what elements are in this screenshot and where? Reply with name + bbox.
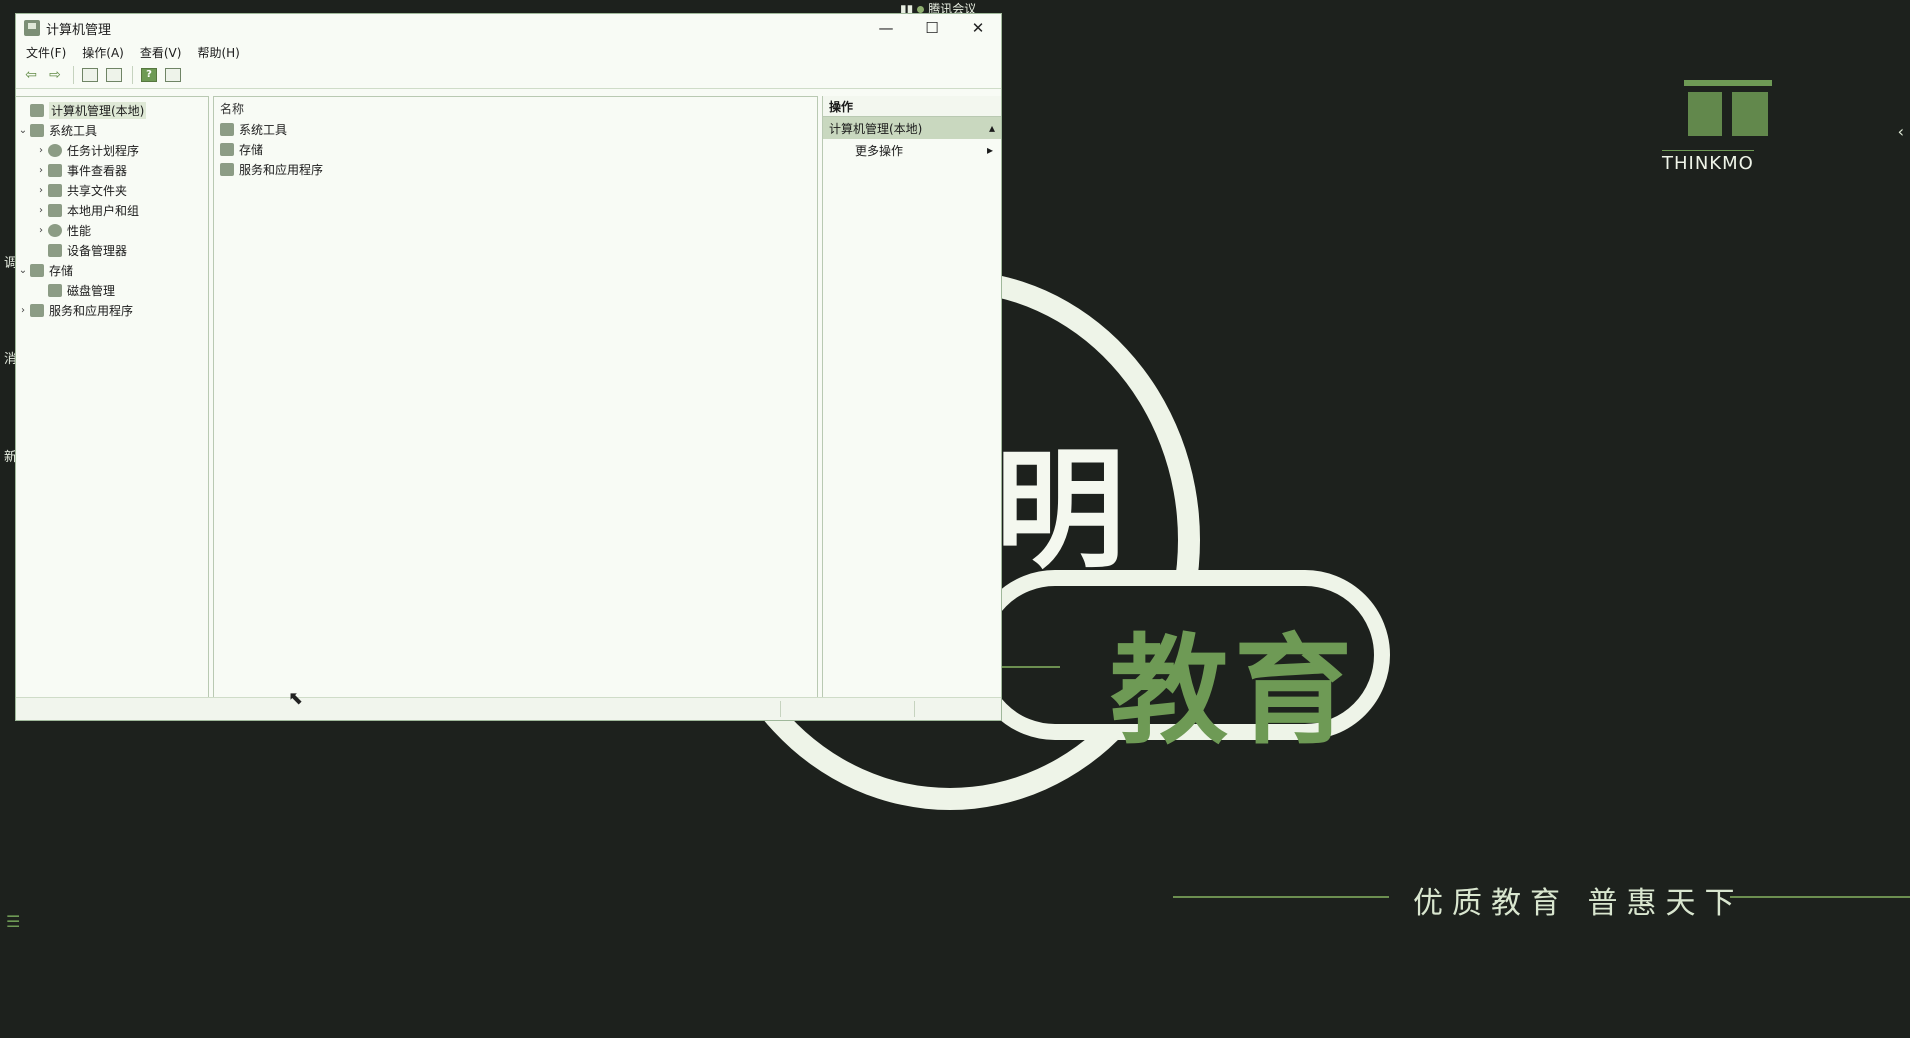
- tree-item-root[interactable]: 计算机管理(本地): [16, 100, 208, 120]
- chevron-right-icon[interactable]: ›: [34, 225, 48, 236]
- tree-item-system-tools[interactable]: ⌄ 系统工具: [16, 120, 208, 140]
- chevron-right-icon[interactable]: ›: [34, 165, 48, 176]
- tools-icon: [30, 123, 44, 137]
- list-item[interactable]: 系统工具: [214, 119, 817, 139]
- performance-icon: [48, 223, 62, 237]
- status-separator: [780, 701, 781, 717]
- chevron-down-icon[interactable]: ⌄: [16, 125, 30, 136]
- tree-item-shared-folders[interactable]: › 共享文件夹: [16, 180, 208, 200]
- mouse-cursor-icon: ⬉: [288, 688, 304, 709]
- menu-file[interactable]: 文件(F): [26, 44, 66, 61]
- pill-divider: [1000, 666, 1060, 668]
- close-button[interactable]: ✕: [955, 14, 1001, 42]
- forward-arrow-icon[interactable]: ⇨: [44, 65, 66, 85]
- computer-management-window: 计算机管理 — ☐ ✕ 文件(F) 操作(A) 查看(V) 帮助(H) ⇦ ⇨ …: [16, 14, 1001, 720]
- export-list-icon[interactable]: [103, 65, 125, 85]
- list-icon[interactable]: ☰: [6, 912, 20, 931]
- logo-big-char: 明: [995, 434, 1126, 586]
- services-icon: [30, 303, 44, 317]
- more-actions-item[interactable]: 更多操作 ▸: [823, 139, 1001, 161]
- users-icon: [48, 203, 62, 217]
- minimize-button[interactable]: —: [863, 14, 909, 42]
- tree-item-services-apps[interactable]: › 服务和应用程序: [16, 300, 208, 320]
- disk-icon: [48, 283, 62, 297]
- brand-text: THINKMO: [1662, 150, 1754, 174]
- list-item[interactable]: 存储: [214, 139, 817, 159]
- back-arrow-icon[interactable]: ⇦: [20, 65, 42, 85]
- title-bar[interactable]: 计算机管理 — ☐ ✕: [16, 14, 1001, 42]
- help-icon[interactable]: ?: [138, 65, 160, 85]
- actions-header: 操作: [823, 96, 1001, 117]
- console-tree: 计算机管理(本地) ⌄ 系统工具 › 任务计划程序 › 事件查看器 › 共享文件夹 › 本…: [16, 96, 209, 698]
- device-manager-icon: [48, 243, 62, 257]
- toolbar-separator: [73, 66, 74, 84]
- actions-section[interactable]: 计算机管理(本地) ▴: [823, 117, 1001, 139]
- chevron-right-icon[interactable]: ›: [34, 145, 48, 156]
- event-log-icon: [48, 163, 62, 177]
- chevron-right-icon[interactable]: ›: [16, 305, 30, 316]
- storage-icon: [220, 142, 234, 156]
- collapse-up-icon[interactable]: ▴: [989, 121, 995, 135]
- tree-item-task-scheduler[interactable]: › 任务计划程序: [16, 140, 208, 160]
- slogan-line-right: [1730, 896, 1910, 898]
- system-tray: ▮▮ 腾讯会议: [900, 0, 976, 16]
- slogan-line-left: [1173, 896, 1389, 898]
- actions-pane: 操作 计算机管理(本地) ▴ 更多操作 ▸: [822, 96, 1001, 698]
- list-item[interactable]: 服务和应用程序: [214, 159, 817, 179]
- brand-logo-icon: [1684, 80, 1772, 142]
- status-separator: [914, 701, 915, 717]
- submenu-arrow-icon: ▸: [986, 143, 993, 157]
- storage-icon: [30, 263, 44, 277]
- menu-view[interactable]: 查看(V): [140, 44, 182, 61]
- toolbar: ⇦ ⇨ ?: [16, 62, 1001, 89]
- results-pane: 名称 系统工具 存储 服务和应用程序: [213, 96, 818, 698]
- pill-text: 教育: [1110, 622, 1359, 760]
- tools-icon: [220, 122, 234, 136]
- chevron-left-icon[interactable]: ‹: [1898, 122, 1904, 141]
- chevron-right-icon[interactable]: ›: [34, 205, 48, 216]
- show-action-pane-icon[interactable]: [162, 65, 184, 85]
- chevron-down-icon[interactable]: ⌄: [16, 265, 30, 276]
- status-dot-icon: [917, 6, 925, 13]
- menu-help[interactable]: 帮助(H): [197, 44, 239, 61]
- column-header-name[interactable]: 名称: [214, 97, 817, 119]
- maximize-button[interactable]: ☐: [909, 14, 955, 42]
- status-bar: [16, 697, 1001, 720]
- computer-icon: [30, 103, 44, 117]
- slogan-text: 优质教育 普惠天下: [1413, 886, 1744, 921]
- show-hide-tree-icon[interactable]: [79, 65, 101, 85]
- menu-action[interactable]: 操作(A): [82, 44, 124, 61]
- services-icon: [220, 162, 234, 176]
- window-title: 计算机管理: [46, 22, 112, 38]
- menu-bar: 文件(F) 操作(A) 查看(V) 帮助(H): [16, 42, 1001, 62]
- clock-icon: [48, 143, 62, 157]
- tree-item-storage[interactable]: ⌄ 存储: [16, 260, 208, 280]
- tree-item-disk-management[interactable]: 磁盘管理: [16, 280, 208, 300]
- computer-management-icon: [24, 20, 40, 36]
- tree-item-event-viewer[interactable]: › 事件查看器: [16, 160, 208, 180]
- tree-item-performance[interactable]: › 性能: [16, 220, 208, 240]
- chevron-right-icon[interactable]: ›: [34, 185, 48, 196]
- tree-item-local-users[interactable]: › 本地用户和组: [16, 200, 208, 220]
- shared-folder-icon: [48, 183, 62, 197]
- tree-item-device-manager[interactable]: 设备管理器: [16, 240, 208, 260]
- toolbar-separator: [132, 66, 133, 84]
